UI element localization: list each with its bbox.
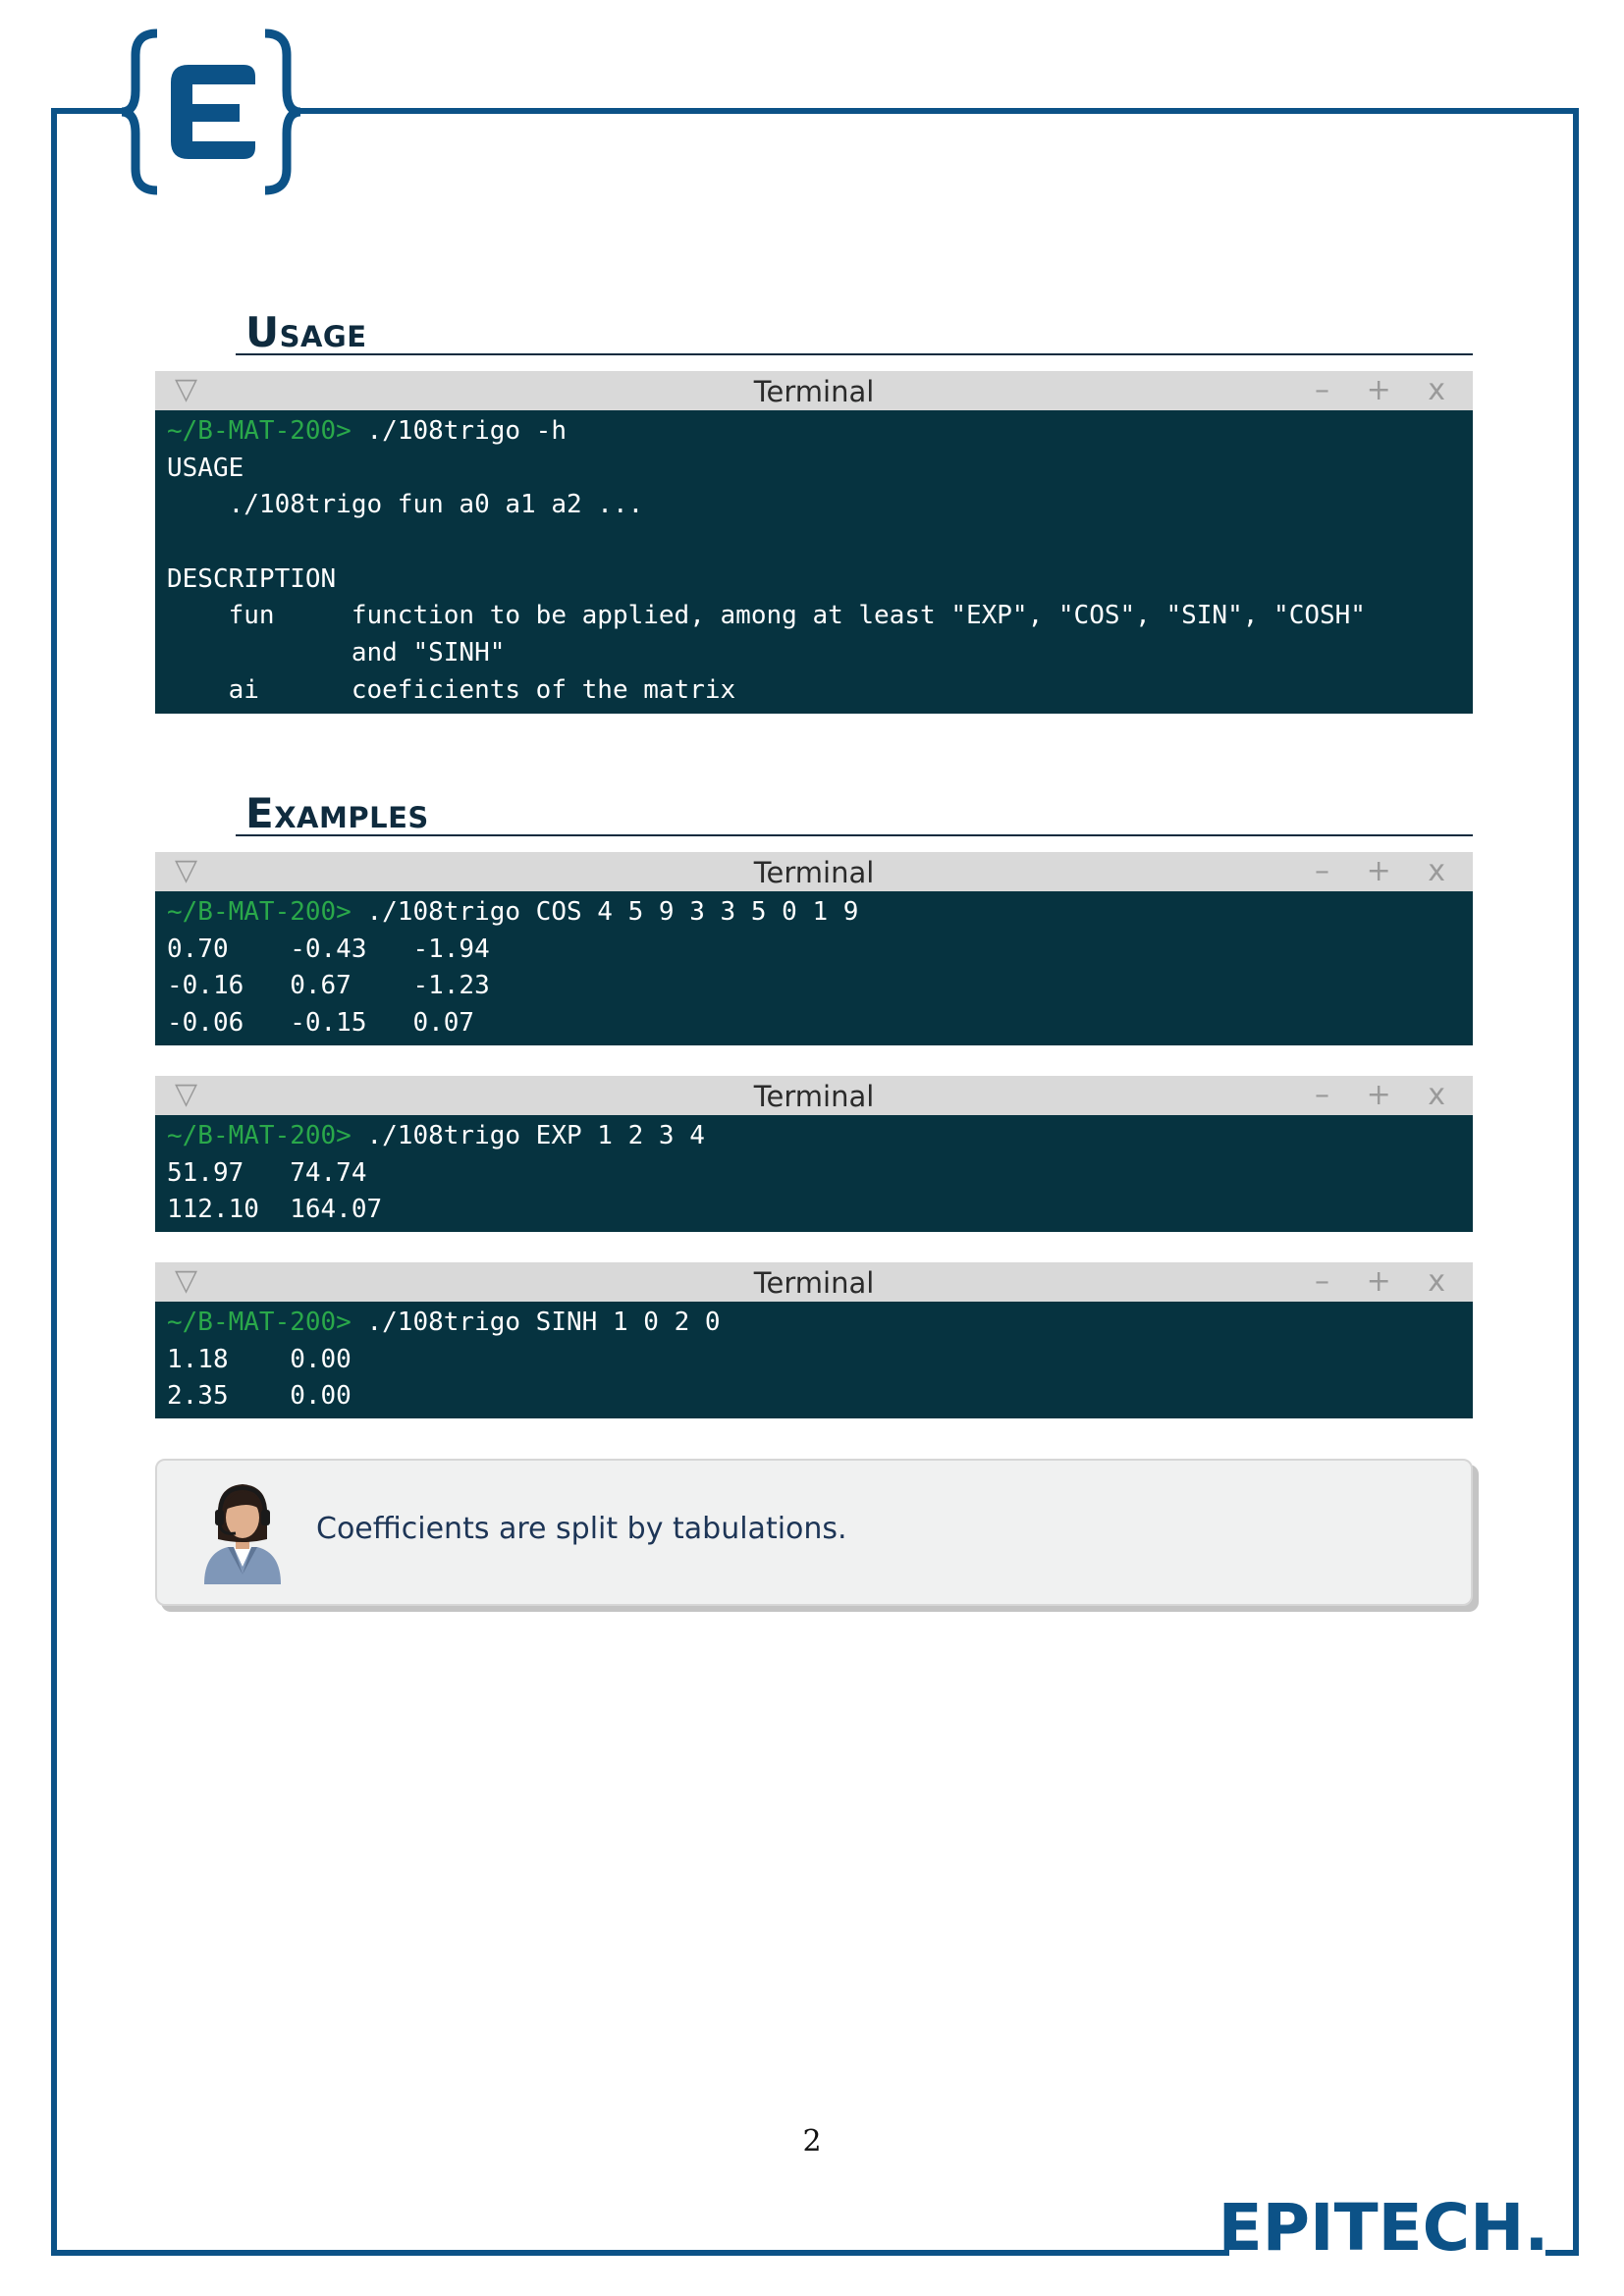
terminal-title: Terminal [753,1080,875,1113]
terminal-line: 112.10 164.07 [167,1195,383,1225]
terminal-output: ~/B-MAT-200> ./108trigo COS 4 5 9 3 3 5 … [155,891,1473,1044]
shell-prompt: ~/B-MAT-200> [167,1308,352,1337]
usage-heading-rule [236,353,1473,355]
brand-wordmark: {EPITECH.} [1221,2190,1545,2266]
terminal-title-bar: ▽ Terminal – + x [155,371,1473,410]
usage-heading: Usage [245,308,367,356]
note-text: Coefficients are split by tabulations. [316,1512,847,1546]
terminal-line: 2.35 0.00 [167,1381,352,1412]
shell-prompt: ~/B-MAT-200> [167,1121,352,1150]
shell-prompt: ~/B-MAT-200> [167,897,352,927]
terminal-line: 51.97 74.74 [167,1157,367,1188]
command-text: ./108trigo SINH 1 0 2 0 [351,1308,721,1337]
epitech-wordmark-icon: {EPITECH.} [1221,2190,1545,2266]
terminal-line: ai coeficients of the matrix [167,674,736,705]
terminal-title: Terminal [753,375,875,408]
support-agent-avatar-icon [204,1484,281,1584]
terminal-line: and "SINH" [167,638,506,668]
command-text: ./108trigo COS 4 5 9 3 3 5 0 1 9 [351,897,859,927]
window-controls-icon[interactable]: – + x [1315,854,1459,888]
example-terminal-cos: ▽ Terminal – + x ~/B-MAT-200> ./108trigo… [155,852,1473,1045]
terminal-line: DESCRIPTION [167,563,337,594]
frame-bottom-right [1545,2250,1579,2256]
examples-heading-rule [236,834,1473,836]
terminal-title: Terminal [753,856,875,889]
example-terminal-exp: ▽ Terminal – + x ~/B-MAT-200> ./108trigo… [155,1076,1473,1232]
terminal-line: ~/B-MAT-200> ./108trigo COS 4 5 9 3 3 5 … [167,894,1461,932]
terminal-line: USAGE [167,453,244,483]
page-number: 2 [802,2124,822,2159]
terminal-line: fun function to be applied, among at lea… [167,601,1366,631]
terminal-title-bar: ▽ Terminal – + x [155,1076,1473,1115]
epitech-logo-icon [121,28,301,195]
command-text: ./108trigo -h [351,416,567,446]
window-controls-icon[interactable]: – + x [1315,373,1459,407]
example-terminal-sinh: ▽ Terminal – + x ~/B-MAT-200> ./108trigo… [155,1262,1473,1418]
window-controls-icon[interactable]: – + x [1315,1078,1459,1112]
terminal-title-bar: ▽ Terminal – + x [155,1262,1473,1302]
terminal-output: ~/B-MAT-200> ./108trigo EXP 1 2 3 4 51.9… [155,1115,1473,1231]
terminal-line: 1.18 0.00 [167,1344,352,1374]
terminal-line: 0.70 -0.43 -1.94 [167,934,490,964]
terminal-line: -0.06 -0.15 0.07 [167,1008,475,1039]
terminal-output: ~/B-MAT-200> ./108trigo SINH 1 0 2 0 1.1… [155,1302,1473,1417]
terminal-line: ~/B-MAT-200> ./108trigo -h [167,413,1461,451]
frame-top-right [295,108,1579,114]
frame-right [1573,108,1579,2256]
window-controls-icon[interactable]: – + x [1315,1264,1459,1299]
terminal-title: Terminal [753,1266,875,1300]
terminal-line: ~/B-MAT-200> ./108trigo EXP 1 2 3 4 [167,1118,1461,1155]
frame-bottom [51,2250,1229,2256]
terminal-line: -0.16 0.67 -1.23 [167,971,490,1001]
examples-heading: Examples [245,789,429,837]
frame-left [51,108,57,2256]
terminal-line: ./108trigo fun a0 a1 a2 ... [167,490,644,520]
command-text: ./108trigo EXP 1 2 3 4 [351,1121,705,1150]
terminal-title-bar: ▽ Terminal – + x [155,852,1473,891]
shell-prompt: ~/B-MAT-200> [167,416,352,446]
terminal-output: ~/B-MAT-200> ./108trigo -h USAGE ./108tr… [155,410,1473,712]
usage-terminal: ▽ Terminal – + x ~/B-MAT-200> ./108trigo… [155,371,1473,714]
terminal-line: ~/B-MAT-200> ./108trigo SINH 1 0 2 0 [167,1305,1461,1342]
note-box: Coefficients are split by tabulations. [155,1459,1473,1606]
